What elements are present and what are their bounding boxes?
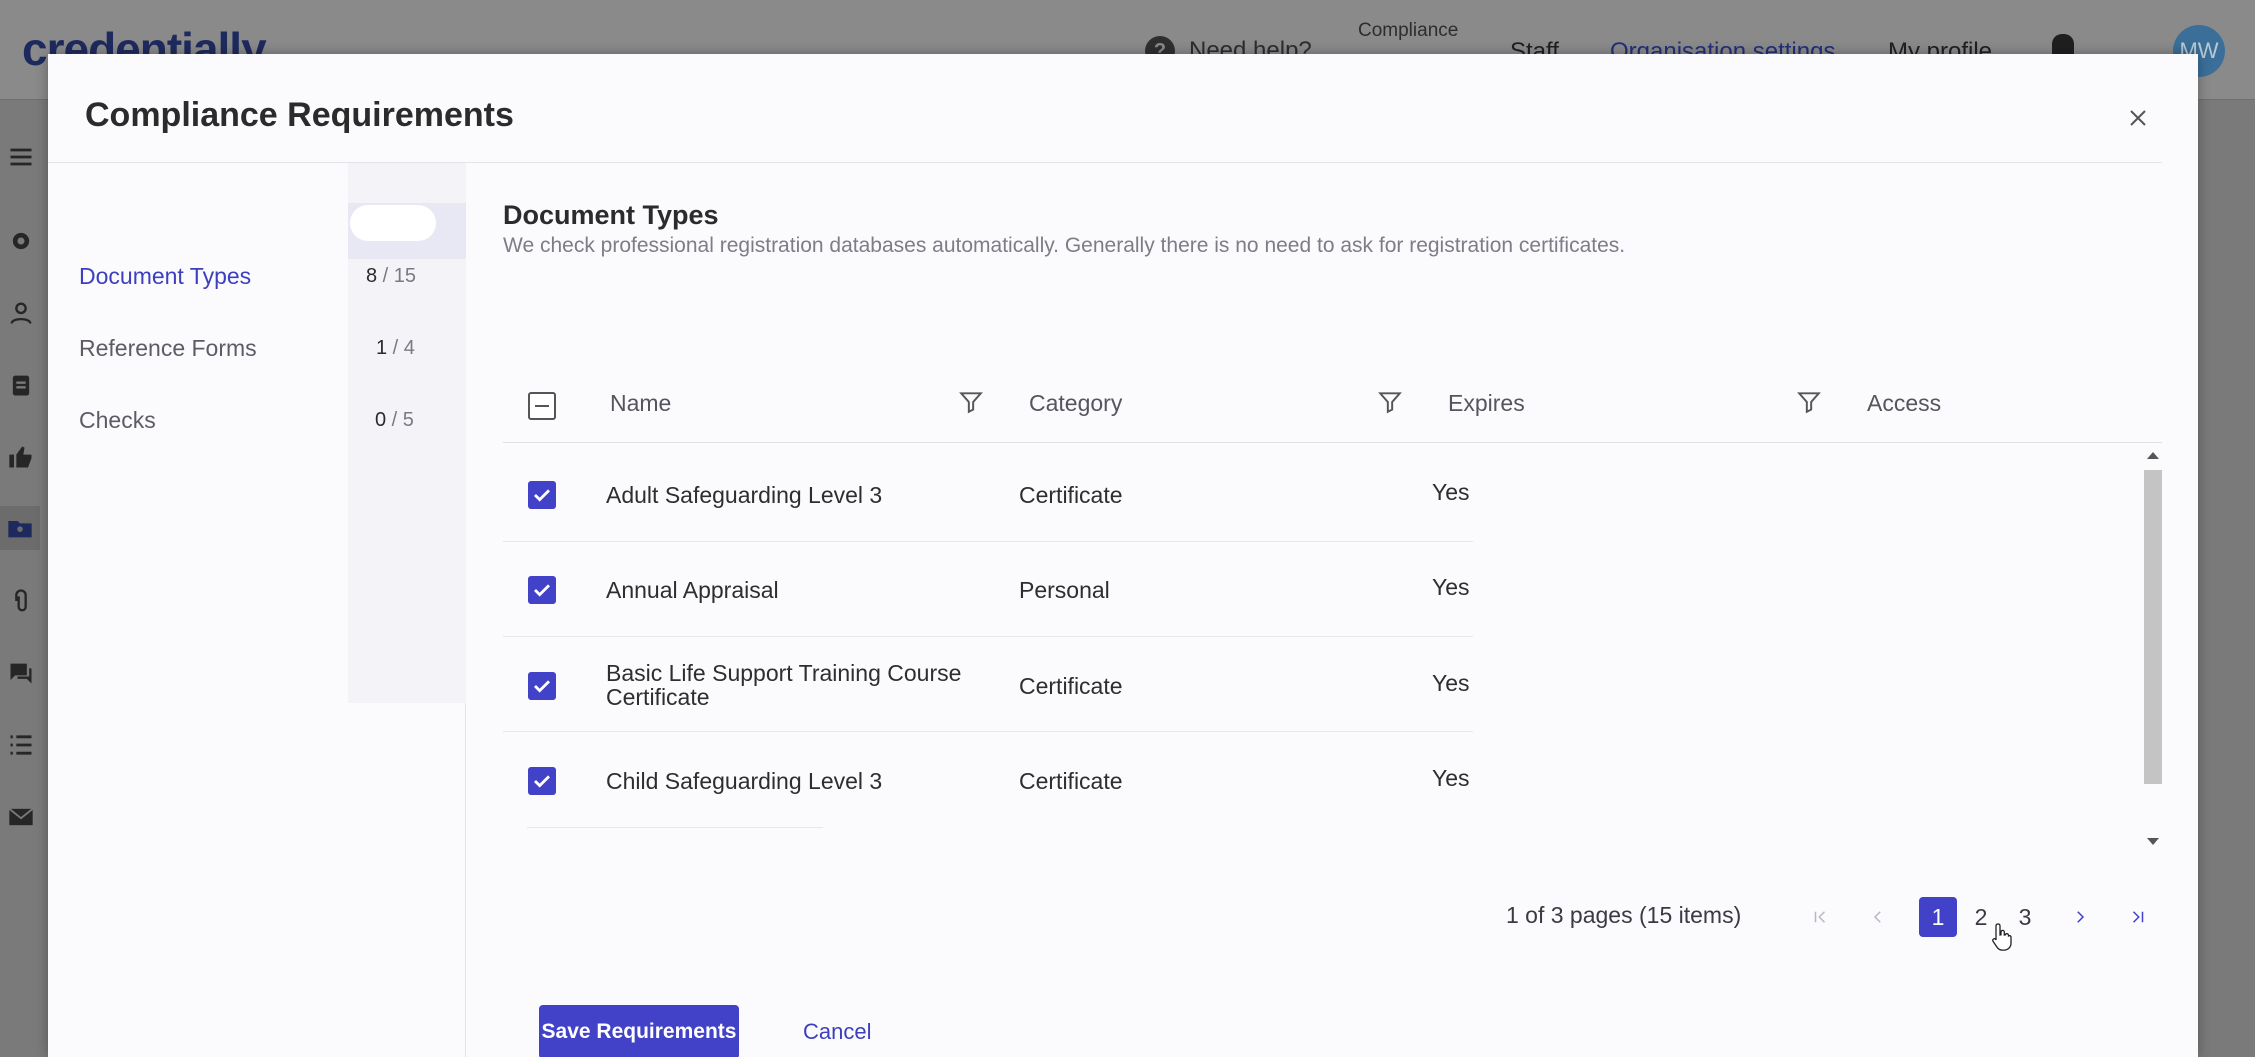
- check-icon: [534, 680, 550, 693]
- close-icon: [2130, 110, 2146, 126]
- column-header-name[interactable]: Name: [610, 390, 671, 417]
- row-divider: [527, 827, 823, 828]
- checks-selected: 0: [375, 409, 387, 431]
- nav-document-types[interactable]: Document Types: [79, 263, 251, 290]
- row-category: Certificate: [1019, 482, 1123, 508]
- row-expires: Yes: [1432, 670, 1470, 696]
- column-header-category[interactable]: Category: [1029, 390, 1122, 417]
- modal-title: Compliance Requirements: [85, 96, 514, 134]
- nav-reference-forms[interactable]: Reference Forms: [79, 335, 257, 362]
- category-filter-icon[interactable]: [1377, 388, 1403, 416]
- check-icon: [534, 584, 550, 597]
- row-checkbox[interactable]: [528, 576, 556, 604]
- document-types-selected: 8: [366, 265, 378, 287]
- count-pill: [350, 205, 436, 241]
- thumbs-up-icon[interactable]: [6, 442, 36, 472]
- content-title: Document Types: [503, 200, 719, 230]
- row-checkbox[interactable]: [528, 481, 556, 509]
- row-divider: [503, 731, 1473, 732]
- reference-forms-selected: 1: [376, 337, 388, 359]
- row-name: Adult Safeguarding Level 3: [606, 482, 883, 508]
- row-checkbox[interactable]: [528, 672, 556, 700]
- compliance-label: Compliance: [1358, 20, 1459, 41]
- scroll-up-arrow[interactable]: [2147, 452, 2159, 459]
- checks-count: 0 / 5: [375, 409, 414, 432]
- row-name: Child Safeguarding Level 3: [606, 768, 883, 794]
- count-separator: /: [387, 337, 404, 359]
- row-category: Certificate: [1019, 673, 1123, 699]
- cancel-button[interactable]: Cancel: [803, 1019, 871, 1045]
- scroll-down-arrow[interactable]: [2147, 838, 2159, 845]
- reference-forms-count: 1 / 4: [376, 337, 415, 360]
- row-expires: Yes: [1432, 479, 1470, 505]
- column-header-access[interactable]: Access: [1867, 390, 1941, 417]
- document-types-total: 15: [393, 265, 417, 287]
- compliance-requirements-modal: Compliance Requirements Document Types 8…: [48, 54, 2198, 1057]
- chevron-left-icon: [1873, 911, 1881, 923]
- last-page-icon: [2132, 911, 2144, 923]
- row-divider: [503, 541, 1473, 542]
- chat-icon[interactable]: [6, 658, 36, 688]
- row-name: Annual Appraisal: [606, 577, 779, 603]
- chevron-right-icon: [2077, 911, 2085, 923]
- side-rail: [0, 100, 48, 1057]
- row-name-line2: Certificate: [606, 684, 710, 710]
- last-page-button[interactable]: [2123, 900, 2153, 934]
- count-separator: /: [386, 409, 403, 431]
- expires-filter-icon[interactable]: [1796, 388, 1822, 416]
- reference-forms-total: 4: [403, 337, 415, 359]
- previous-page-button[interactable]: [1863, 900, 1893, 934]
- page-1-button[interactable]: 1: [1919, 897, 1957, 937]
- column-header-expires[interactable]: Expires: [1448, 390, 1525, 417]
- select-all-checkbox[interactable]: [528, 392, 556, 420]
- document-types-count: 8 / 15: [366, 265, 416, 288]
- row-category: Certificate: [1019, 768, 1123, 794]
- compliance-folder-icon[interactable]: [0, 506, 40, 550]
- content-subtitle: We check professional registration datab…: [503, 234, 1626, 257]
- person-icon[interactable]: [6, 298, 36, 328]
- mail-icon[interactable]: [6, 802, 36, 832]
- row-checkbox[interactable]: [528, 767, 556, 795]
- check-icon: [534, 489, 550, 502]
- list-icon[interactable]: [6, 730, 36, 760]
- scroll-thumb[interactable]: [2144, 470, 2162, 784]
- row-name-line1: Basic Life Support Training Course: [606, 660, 962, 686]
- count-separator: /: [377, 265, 394, 287]
- row-expires: Yes: [1432, 574, 1470, 600]
- close-button[interactable]: [2120, 100, 2156, 136]
- clipboard-icon[interactable]: [6, 370, 36, 400]
- row-expires: Yes: [1432, 765, 1470, 791]
- pager-info: 1 of 3 pages (15 items): [1506, 902, 1742, 928]
- row-divider: [503, 636, 1473, 637]
- menu-icon[interactable]: [6, 142, 36, 172]
- checks-total: 5: [402, 409, 414, 431]
- gear-icon[interactable]: [6, 226, 36, 256]
- hand-cursor-icon: [1992, 923, 2012, 951]
- table-header-divider: [503, 442, 2162, 443]
- row-category: Personal: [1019, 577, 1110, 603]
- save-requirements-button[interactable]: Save Requirements: [539, 1005, 739, 1057]
- check-icon: [534, 775, 550, 788]
- first-page-icon: [1814, 911, 1826, 923]
- paperclip-icon[interactable]: [6, 586, 36, 616]
- next-page-button[interactable]: [2065, 900, 2095, 934]
- nav-checks[interactable]: Checks: [79, 407, 156, 434]
- requirements-left-nav: Document Types 8 / 15 Reference Forms 1 …: [48, 163, 466, 1057]
- name-filter-icon[interactable]: [958, 388, 984, 416]
- first-page-button[interactable]: [1805, 900, 1835, 934]
